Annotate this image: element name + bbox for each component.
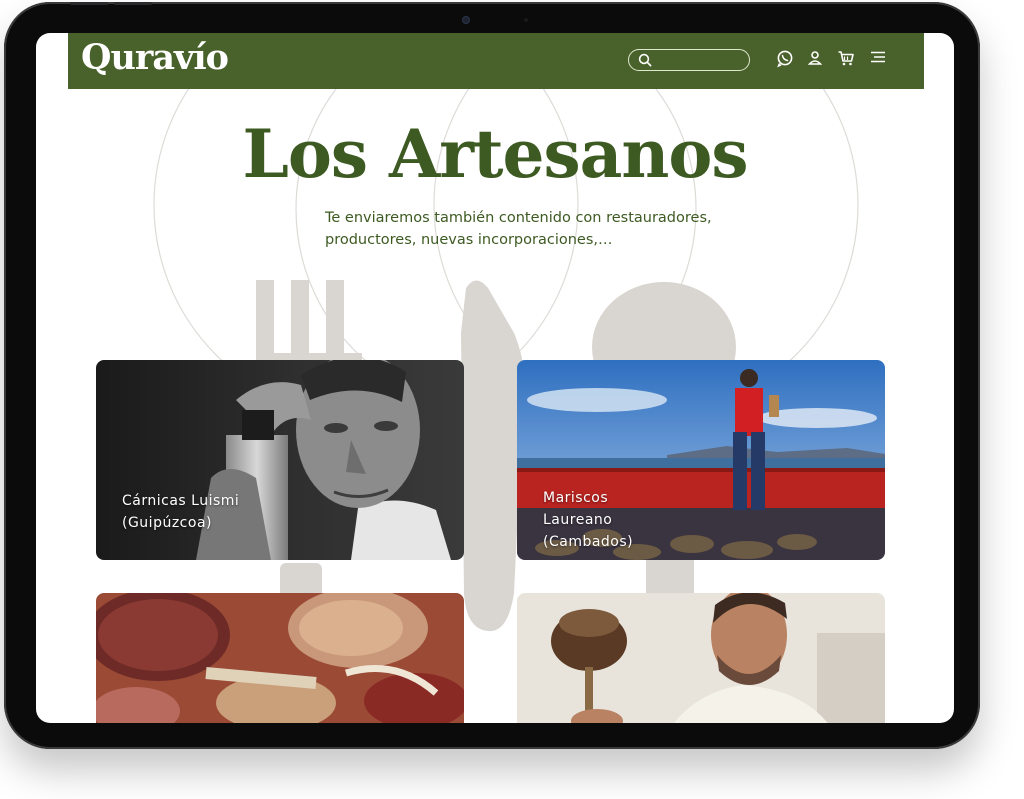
artisan-name-line: Laureano xyxy=(543,512,613,528)
top-navbar: Quravío xyxy=(68,33,924,89)
page-subtitle: Te enviaremos también contenido con rest… xyxy=(325,207,725,251)
screen: Quravío Los Artesanos Te enviaremos tamb… xyxy=(36,33,954,723)
volume-button xyxy=(114,2,152,5)
artisan-card[interactable] xyxy=(517,593,885,723)
artisan-name-line: Mariscos xyxy=(543,490,609,506)
camera-icon xyxy=(462,16,470,24)
sensor-dot xyxy=(524,18,528,22)
artisan-region-line: (Guipúzcoa) xyxy=(122,515,212,531)
cart-icon[interactable] xyxy=(836,48,856,68)
tablet-frame: Quravío Los Artesanos Te enviaremos tamb… xyxy=(4,2,980,749)
subtitle-line: Te enviaremos también contenido con rest… xyxy=(325,210,712,226)
artisan-card[interactable]: Cárnicas Luismi (Guipúzcoa) xyxy=(96,360,464,560)
artisan-card[interactable]: Mariscos Laureano (Cambados) xyxy=(517,360,885,560)
user-icon[interactable] xyxy=(805,48,825,68)
artisan-name-line: Cárnicas Luismi xyxy=(122,493,240,509)
search-icon xyxy=(638,53,652,67)
whatsapp-icon[interactable] xyxy=(775,48,795,68)
artisan-region-line: (Cambados) xyxy=(543,534,634,550)
page-title: Los Artesanos xyxy=(242,115,748,193)
volume-button xyxy=(70,2,108,5)
search-input[interactable] xyxy=(628,49,750,71)
artisan-card[interactable] xyxy=(96,593,464,723)
artisan-photo xyxy=(96,593,464,723)
artisan-name: Cárnicas Luismi (Guipúzcoa) xyxy=(122,490,239,534)
artisan-photo xyxy=(517,593,885,723)
subtitle-line: productores, nuevas incorporaciones,… xyxy=(325,232,613,248)
brand-logo[interactable]: Quravío xyxy=(81,37,229,78)
artisan-name: Mariscos Laureano (Cambados) xyxy=(543,487,633,553)
menu-icon[interactable] xyxy=(868,48,888,68)
